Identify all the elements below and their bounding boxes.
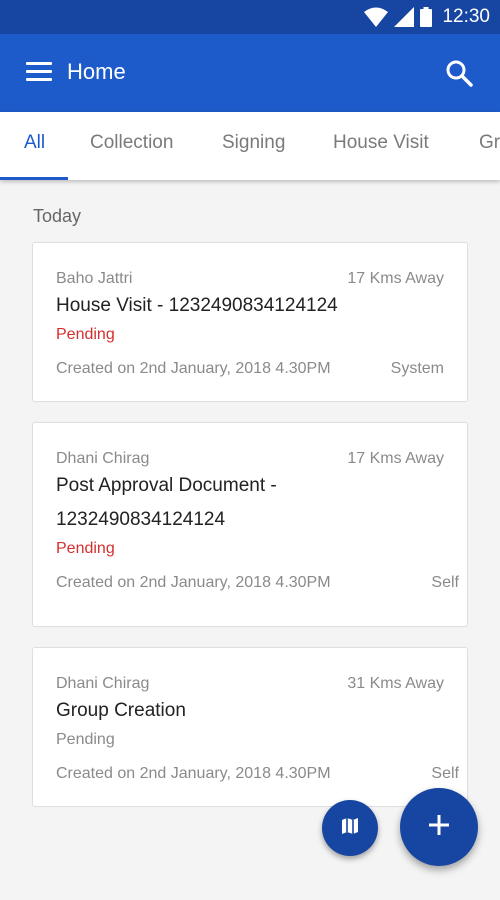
card-distance: 31 Kms Away (347, 675, 444, 692)
signal-icon (394, 7, 415, 27)
task-card[interactable]: Dhani Chirag 31 Kms Away Group Creation … (32, 647, 468, 807)
card-title: House Visit - 1232490834124124 (56, 295, 338, 316)
card-status: Pending (56, 731, 115, 748)
card-customer-name: Baho Jattri (56, 270, 133, 287)
card-source: Self (431, 765, 459, 782)
tab-collection[interactable]: Collection (90, 132, 173, 154)
tab-bar: All Collection Signing House Visit Gr (0, 112, 500, 180)
card-distance: 17 Kms Away (347, 450, 444, 467)
card-created-date: Created on 2nd January, 2018 4.30PM (56, 574, 331, 591)
plus-icon (427, 813, 451, 842)
status-icons: 12:30 (364, 6, 490, 28)
card-status: Pending (56, 326, 115, 343)
card-created-date: Created on 2nd January, 2018 4.30PM (56, 765, 331, 782)
card-title: Post Approval Document - 123249083412412… (56, 475, 277, 530)
card-customer-name: Dhani Chirag (56, 675, 150, 692)
section-label-today: Today (33, 206, 82, 226)
card-customer-name: Dhani Chirag (56, 450, 150, 467)
status-time: 12:30 (442, 6, 490, 27)
tab-house-visit[interactable]: House Visit (333, 132, 429, 154)
card-status: Pending (56, 540, 115, 557)
tab-signing[interactable]: Signing (222, 132, 285, 154)
add-button[interactable] (400, 788, 478, 866)
card-source: Self (431, 574, 459, 591)
page-title: Home (67, 59, 126, 84)
menu-icon[interactable] (26, 62, 52, 84)
card-created-date: Created on 2nd January, 2018 4.30PM (56, 360, 331, 377)
active-tab-indicator (0, 177, 68, 180)
search-icon[interactable] (444, 58, 474, 88)
task-card[interactable]: Baho Jattri 17 Kms Away House Visit - 12… (32, 242, 468, 402)
map-view-button[interactable] (322, 800, 378, 856)
tab-group[interactable]: Gr (479, 132, 500, 154)
map-icon (341, 817, 359, 840)
battery-icon (420, 7, 433, 27)
status-bar: 12:30 (0, 0, 500, 34)
card-source: System (390, 360, 444, 377)
wifi-icon (364, 7, 389, 27)
card-distance: 17 Kms Away (347, 270, 444, 287)
app-bar: Home (0, 34, 500, 112)
card-title: Group Creation (56, 700, 186, 721)
tab-all[interactable]: All (24, 132, 45, 154)
task-card[interactable]: Dhani Chirag 17 Kms Away Post Approval D… (32, 422, 468, 627)
